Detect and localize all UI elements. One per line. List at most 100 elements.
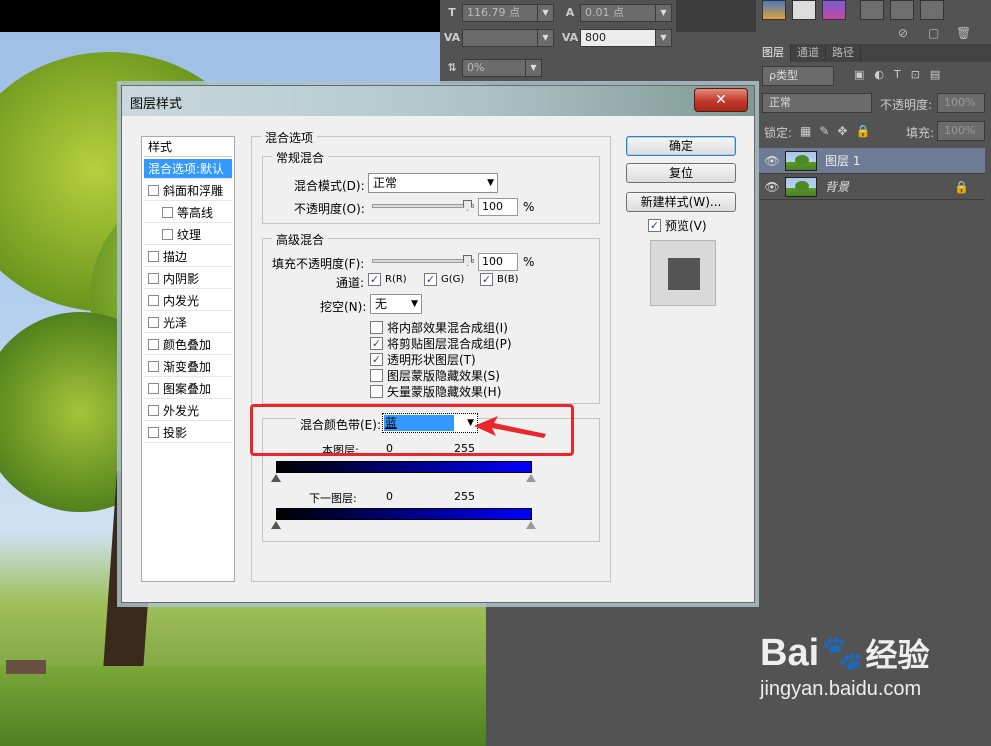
leading-value: 0.01 点 [585, 6, 624, 19]
advanced-option-checkbox[interactable]: 矢量蒙版隐藏效果(H) [370, 383, 501, 400]
knockout-select[interactable]: 无 ▼ [370, 294, 422, 314]
advanced-option-checkbox[interactable]: 将内部效果混合成组(I) [370, 319, 508, 336]
style-item[interactable]: 纹理 [144, 225, 232, 245]
style-item[interactable]: 图案叠加 [144, 379, 232, 399]
layer-filter-value: ρ类型 [769, 69, 798, 82]
style-item[interactable]: 描边 [144, 247, 232, 267]
chevron-down-icon[interactable]: ▼ [537, 30, 553, 46]
this-layer-white-slider[interactable] [526, 474, 536, 482]
style-item-label: 图案叠加 [163, 382, 212, 396]
eye-icon[interactable]: 👁 [759, 180, 785, 194]
checkbox-icon[interactable] [148, 383, 159, 394]
chevron-down-icon[interactable]: ▼ [655, 5, 671, 21]
ok-button[interactable]: 确定 [626, 136, 736, 156]
checkbox-icon[interactable] [162, 207, 173, 218]
chevron-down-icon[interactable]: ▼ [655, 30, 671, 46]
new-item-icon[interactable]: ▢ [928, 26, 939, 40]
preview-checkbox[interactable]: ✓ 预览(V) [648, 217, 707, 234]
panel-slot[interactable] [920, 0, 944, 20]
channel-b-label: B(B) [497, 274, 519, 285]
underlying-white-slider[interactable] [526, 521, 536, 529]
style-item[interactable]: 内发光 [144, 291, 232, 311]
checkbox-icon[interactable] [148, 405, 159, 416]
checkbox-checked-icon: ✓ [370, 337, 383, 350]
trash-icon[interactable]: 🗑 [956, 26, 971, 40]
checkbox-icon[interactable] [148, 273, 159, 284]
baseline-value: 0% [467, 61, 485, 74]
checkbox-checked-icon: ✓ [480, 273, 493, 286]
chevron-down-icon[interactable]: ▼ [525, 60, 541, 76]
style-item[interactable]: 颜色叠加 [144, 335, 232, 355]
style-item[interactable]: 混合选项:默认 [144, 159, 232, 179]
this-layer-black-slider[interactable] [271, 474, 281, 482]
channel-b-checkbox[interactable]: ✓ B(B) [480, 273, 519, 286]
opacity-label: 不透明度(O): [294, 202, 365, 216]
checkbox-icon[interactable] [148, 361, 159, 372]
checkbox-icon[interactable] [148, 317, 159, 328]
layer-filter-select[interactable]: ρ类型 [762, 66, 834, 86]
dialog-title-bar[interactable]: 图层样式 ✕ [122, 86, 754, 116]
style-item-label: 颜色叠加 [163, 338, 212, 352]
filter-icons[interactable]: ▣◐T⊡▤ [854, 68, 950, 81]
advanced-option-checkbox[interactable]: 图层蒙版隐藏效果(S) [370, 367, 500, 384]
new-style-button[interactable]: 新建样式(W)... [626, 192, 736, 212]
fill-opacity-input[interactable]: 100 [478, 253, 518, 271]
checkbox-icon[interactable] [148, 339, 159, 350]
style-icon[interactable] [822, 0, 846, 20]
leading-icon: A [565, 6, 575, 19]
panel-slot[interactable] [860, 0, 884, 20]
fill-opacity-slider[interactable] [372, 259, 474, 263]
layer-fill-field[interactable]: 100% [937, 121, 985, 141]
style-item[interactable]: 投影 [144, 423, 232, 443]
panel-slot[interactable] [890, 0, 914, 20]
style-item[interactable]: 内阴影 [144, 269, 232, 289]
leading-field[interactable]: 0.01 点 ▼ [580, 4, 672, 22]
font-size-field[interactable]: 116.79 点 ▼ [462, 4, 554, 22]
baseline-icon: ⇅ [447, 61, 457, 74]
channel-g-checkbox[interactable]: ✓ G(G) [424, 273, 464, 286]
layer-opacity-field[interactable]: 100% [937, 93, 985, 113]
style-list-header[interactable]: 样式 [144, 137, 232, 157]
opacity-slider[interactable] [372, 204, 474, 208]
lock-icons[interactable]: ▦✎✥🔒 [800, 124, 878, 138]
style-item[interactable]: 渐变叠加 [144, 357, 232, 377]
eye-icon[interactable]: 👁 [759, 154, 785, 168]
tab-paths[interactable]: 路径 [826, 44, 861, 62]
checkbox-checked-icon: ✓ [368, 273, 381, 286]
close-button[interactable]: ✕ [694, 88, 748, 112]
blend-mode-select[interactable]: 正常 ▼ [368, 173, 498, 193]
document-top-bar [0, 0, 440, 32]
layer-row-layer1[interactable]: 👁 图层 1 [759, 148, 985, 174]
checkbox-icon[interactable] [162, 229, 173, 240]
checkbox-icon[interactable] [148, 185, 159, 196]
style-item[interactable]: 光泽 [144, 313, 232, 333]
brush-preset-icon[interactable] [792, 0, 816, 20]
tracking-field[interactable]: 800 ▼ [580, 29, 672, 47]
channel-g-label: G(G) [441, 274, 465, 285]
underlying-black-slider[interactable] [271, 521, 281, 529]
fill-opacity-input-value: 100 [482, 255, 503, 268]
advanced-option-checkbox[interactable]: ✓ 透明形状图层(T) [370, 351, 476, 368]
style-item-label: 内阴影 [163, 272, 200, 286]
advanced-option-checkbox[interactable]: ✓ 将剪贴图层混合成组(P) [370, 335, 512, 352]
checkbox-icon[interactable] [148, 427, 159, 438]
tracking-value: 800 [585, 31, 606, 44]
checkbox-icon[interactable] [148, 251, 159, 262]
layer-opacity-label: 不透明度: [880, 98, 933, 112]
layer-blend-mode-select[interactable]: 正常 [762, 93, 872, 113]
tab-layers[interactable]: 图层 [756, 44, 791, 62]
opacity-input[interactable]: 100 [478, 198, 518, 216]
style-item[interactable]: 外发光 [144, 401, 232, 421]
checkbox-icon[interactable] [148, 295, 159, 306]
style-item[interactable]: 斜面和浮雕 [144, 181, 232, 201]
reset-button[interactable]: 复位 [626, 163, 736, 183]
no-style-icon[interactable]: ⊘ [898, 26, 908, 40]
style-item[interactable]: 等高线 [144, 203, 232, 223]
swatch-icon[interactable] [762, 0, 786, 20]
baseline-field[interactable]: 0% ▼ [462, 59, 542, 77]
channel-r-checkbox[interactable]: ✓ R(R) [368, 273, 407, 286]
kerning-field[interactable]: ▼ [462, 29, 554, 47]
layer-row-background[interactable]: 👁 背景 🔒 [759, 174, 985, 200]
tab-channels[interactable]: 通道 [791, 44, 826, 62]
chevron-down-icon[interactable]: ▼ [537, 5, 553, 21]
